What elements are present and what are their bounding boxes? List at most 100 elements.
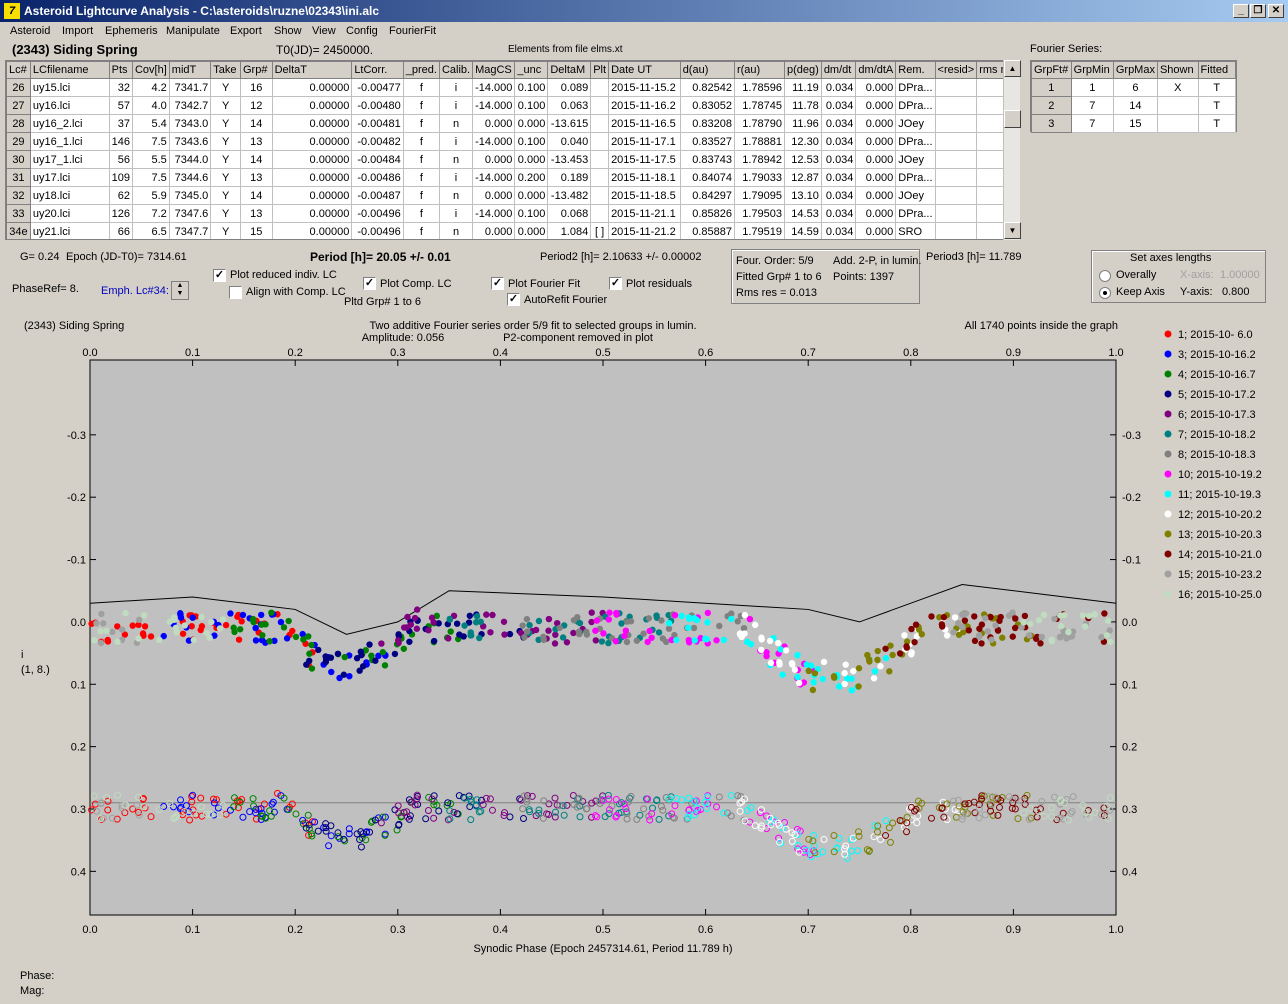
table-cell[interactable]: 0.034 — [820, 96, 857, 115]
table-cell[interactable] — [934, 78, 978, 97]
restore-button[interactable]: ❐ — [1250, 4, 1266, 18]
table-cell[interactable]: -0.00496 — [351, 204, 404, 223]
table-cell[interactable]: [ ] — [590, 222, 610, 239]
table-cell[interactable]: 0.00000 — [271, 204, 353, 223]
table-cell[interactable]: f — [402, 204, 440, 223]
table-cell[interactable]: 1.79503 — [733, 204, 786, 223]
table-cell[interactable]: 7344.0 — [168, 150, 212, 169]
column-header[interactable]: Take — [210, 61, 241, 79]
menu-asteroid[interactable]: Asteroid — [10, 25, 50, 37]
table-cell[interactable]: 0.000 — [514, 114, 549, 133]
table-cell[interactable]: -0.00487 — [351, 186, 404, 205]
fourier-cell[interactable]: 2 — [1031, 96, 1072, 115]
table-cell[interactable]: DPra... — [895, 78, 936, 97]
table-cell[interactable]: 7.5 — [131, 168, 170, 187]
table-cell[interactable]: 4.0 — [131, 96, 170, 115]
table-cell[interactable]: uy17.lci — [29, 168, 110, 187]
table-cell[interactable]: DPra... — [895, 96, 936, 115]
table-cell[interactable]: 5.9 — [131, 186, 170, 205]
table-cell[interactable]: 2015-11-17.5 — [608, 150, 681, 169]
table-cell[interactable]: 12.87 — [784, 168, 822, 187]
column-header[interactable]: Rem. — [895, 61, 936, 79]
table-cell[interactable]: f — [402, 186, 440, 205]
table-cell[interactable]: 0.034 — [820, 168, 857, 187]
table-cell[interactable]: n — [438, 114, 474, 133]
fourier-cell[interactable]: T — [1197, 114, 1237, 133]
autorefit-checkbox[interactable]: ✓ — [507, 293, 520, 306]
column-header[interactable]: Pts — [108, 61, 133, 79]
menu-ephemeris[interactable]: Ephemeris — [105, 25, 158, 37]
fourier-cell[interactable]: 6 — [1112, 78, 1158, 97]
table-cell[interactable]: Y — [210, 204, 241, 223]
scroll-down-arrow-icon[interactable]: ▼ — [1004, 222, 1021, 239]
table-cell[interactable]: 56 — [108, 150, 133, 169]
table-cell[interactable]: 146 — [108, 132, 133, 151]
table-cell[interactable]: 0.000 — [855, 186, 897, 205]
column-header[interactable]: DeltaT — [271, 61, 353, 79]
fourier-cell[interactable]: X — [1156, 78, 1199, 97]
table-cell[interactable]: 7343.6 — [168, 132, 212, 151]
table-cell[interactable]: 34e — [6, 222, 31, 239]
table-cell[interactable]: 2015-11-18.1 — [608, 168, 681, 187]
table-cell[interactable]: 14 — [239, 114, 273, 133]
table-cell[interactable]: i — [438, 204, 474, 223]
table-cell[interactable]: -0.00482 — [351, 132, 404, 151]
fourier-cell[interactable]: 1 — [1031, 78, 1072, 97]
fourier-row[interactable]: 3 7 15 T — [1031, 114, 1237, 133]
fourier-cell[interactable]: 15 — [1112, 114, 1158, 133]
table-cell[interactable]: 1.78942 — [733, 150, 786, 169]
table-cell[interactable]: -0.00496 — [351, 222, 404, 239]
table-cell[interactable]: 0.100 — [514, 78, 549, 97]
scroll-up-arrow-icon[interactable]: ▲ — [1004, 60, 1021, 77]
table-cell[interactable]: 0.034 — [820, 114, 857, 133]
table-cell[interactable] — [590, 96, 610, 115]
table-cell[interactable] — [590, 150, 610, 169]
menu-fourierfit[interactable]: FourierFit — [389, 25, 436, 37]
table-cell[interactable]: 7.2 — [131, 204, 170, 223]
column-header[interactable]: dm/dtA — [855, 61, 897, 79]
table-cell[interactable] — [590, 186, 610, 205]
table-cell[interactable]: DPra... — [895, 168, 936, 187]
fourier-cell[interactable]: 7 — [1070, 96, 1114, 115]
table-cell[interactable]: -14.000 — [472, 132, 516, 151]
table-cell[interactable]: 0.034 — [820, 78, 857, 97]
table-cell[interactable]: 2015-11-15.2 — [608, 78, 681, 97]
table-cell[interactable]: JOey — [895, 186, 936, 205]
xaxis-value[interactable]: 1.00000 — [1220, 269, 1260, 281]
table-cell[interactable]: 0.200 — [514, 168, 549, 187]
table-cell[interactable]: Y — [210, 150, 241, 169]
column-header[interactable]: LtCorr. — [351, 61, 404, 79]
fourier-row[interactable]: 2 7 14 T — [1031, 96, 1237, 115]
table-cell[interactable]: 0.85826 — [679, 204, 735, 223]
table-cell[interactable]: uy20.lci — [29, 204, 110, 223]
table-cell[interactable]: 0.068 — [547, 204, 592, 223]
table-cell[interactable]: Y — [210, 222, 241, 239]
table-cell[interactable]: 28 — [6, 114, 31, 133]
fourier-cell[interactable] — [1156, 114, 1199, 133]
table-cell[interactable]: 2015-11-17.1 — [608, 132, 681, 151]
table-cell[interactable]: 57 — [108, 96, 133, 115]
table-cell[interactable]: n — [438, 150, 474, 169]
table-cell[interactable] — [934, 132, 978, 151]
table-cell[interactable]: uy17_1.lci — [29, 150, 110, 169]
table-cell[interactable]: 0.000 — [855, 204, 897, 223]
column-header[interactable]: Lc# — [6, 61, 31, 79]
table-cell[interactable]: -14.000 — [472, 168, 516, 187]
fourier-cell[interactable]: 14 — [1112, 96, 1158, 115]
table-row[interactable]: 31 uy17.lci 109 7.5 7344.6 Y 13 0.00000 -0.00486… — [6, 168, 1019, 187]
table-cell[interactable]: 109 — [108, 168, 133, 187]
table-cell[interactable]: 0.000 — [855, 150, 897, 169]
table-cell[interactable] — [934, 204, 978, 223]
column-header[interactable]: d(au) — [679, 61, 735, 79]
table-cell[interactable]: 0.063 — [547, 96, 592, 115]
table-cell[interactable]: -13.615 — [547, 114, 592, 133]
table-cell[interactable]: 13 — [239, 168, 273, 187]
table-cell[interactable]: 26 — [6, 78, 31, 97]
column-header[interactable]: r(au) — [733, 61, 786, 79]
table-cell[interactable]: 0.83527 — [679, 132, 735, 151]
fourier-cell[interactable]: 7 — [1070, 114, 1114, 133]
column-header[interactable]: Cov[h] — [131, 61, 170, 79]
table-cell[interactable]: uy16_2.lci — [29, 114, 110, 133]
table-cell[interactable]: 15 — [239, 222, 273, 239]
table-cell[interactable]: 0.00000 — [271, 78, 353, 97]
